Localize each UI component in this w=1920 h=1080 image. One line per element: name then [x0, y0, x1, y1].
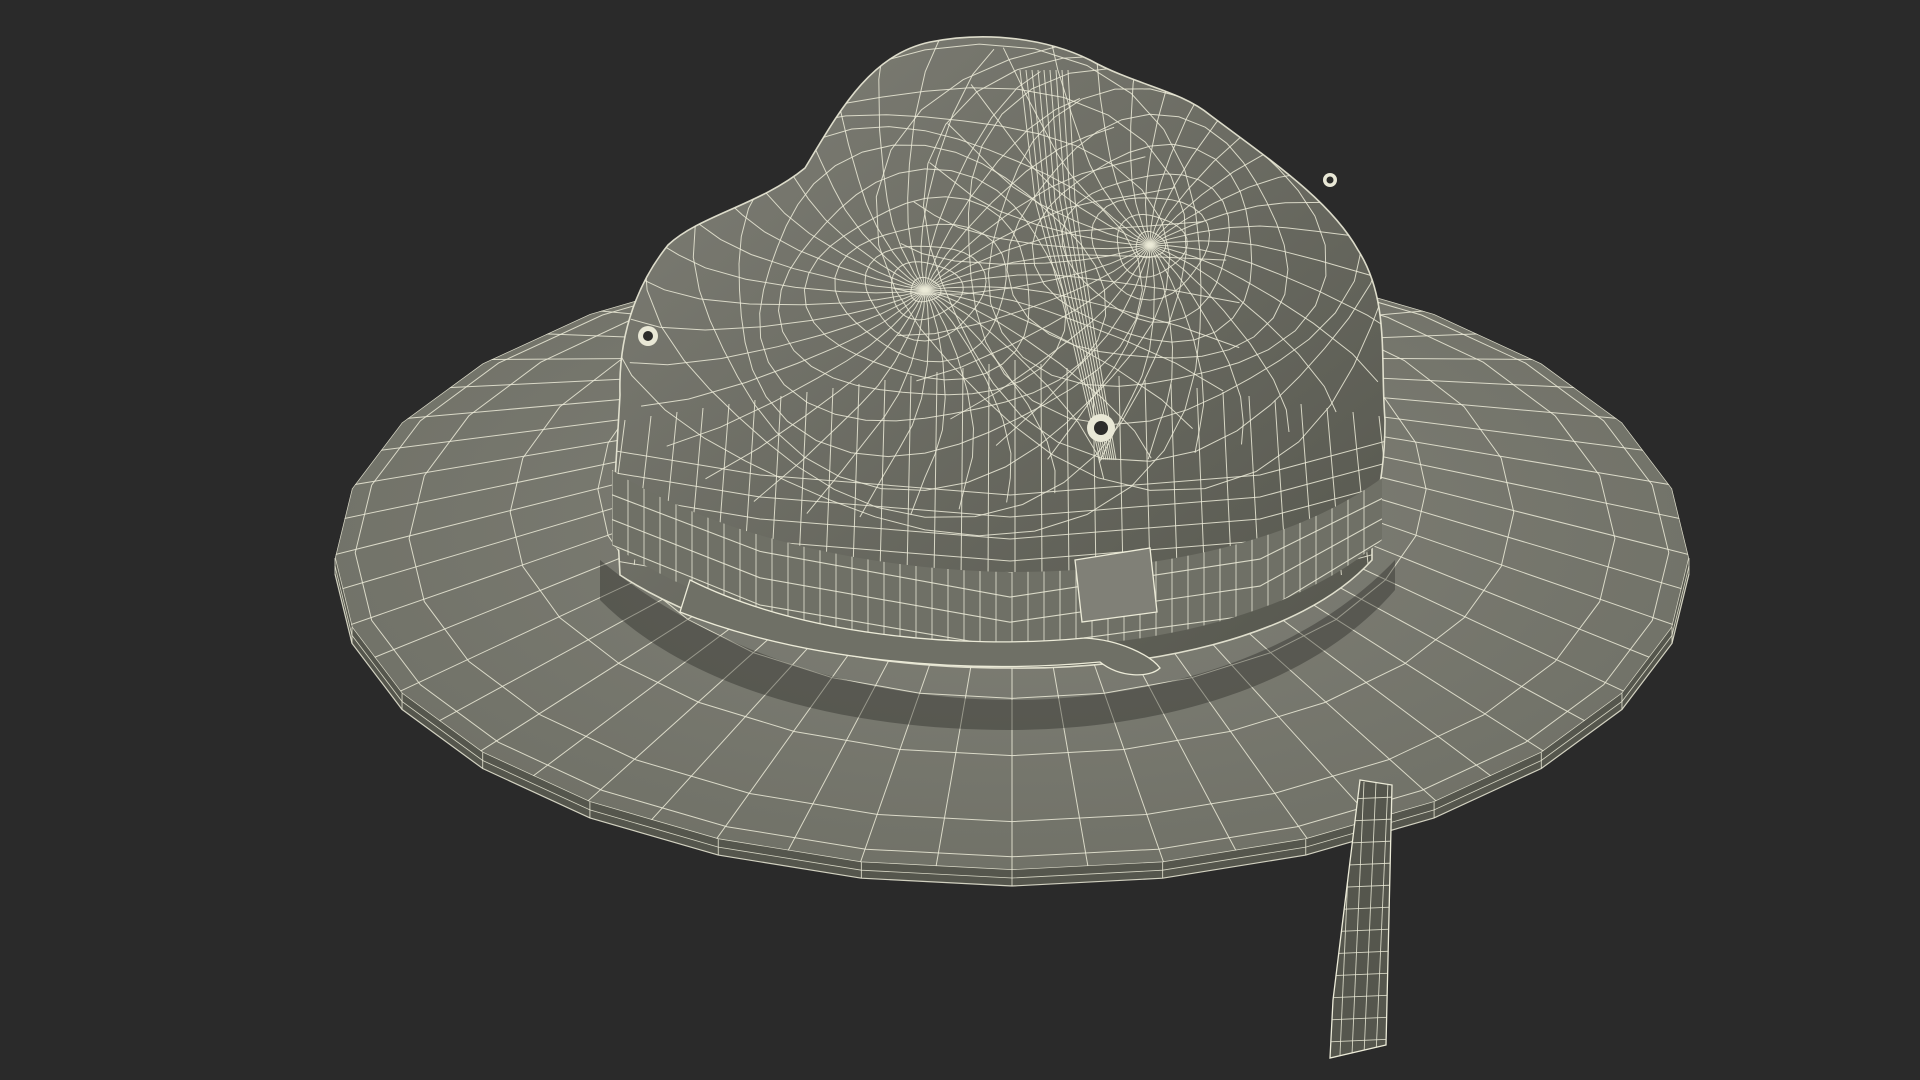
eyelet-hole — [643, 331, 653, 341]
band-keeper-loop — [1074, 547, 1158, 623]
eyelet-hole — [1326, 176, 1334, 184]
eyelet-hole — [1094, 421, 1108, 435]
render-viewport — [0, 0, 1920, 1080]
